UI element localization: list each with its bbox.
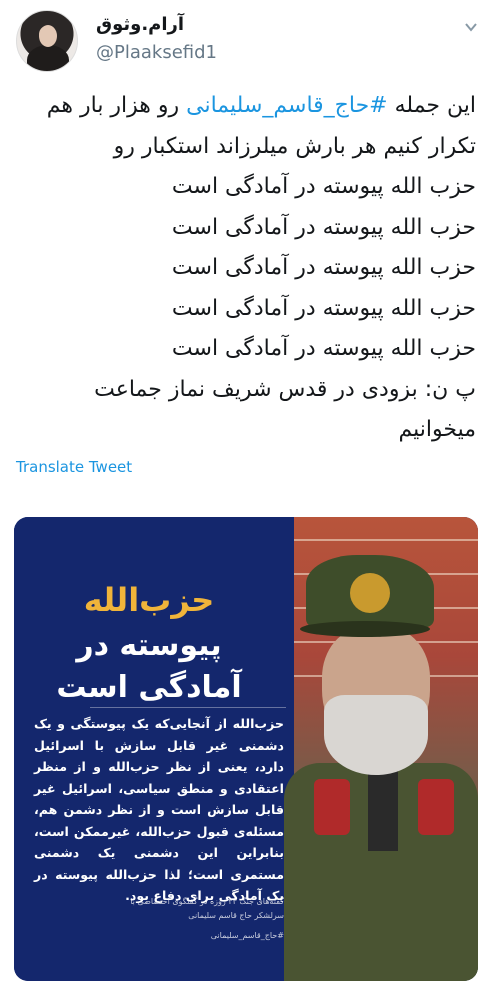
- avatar-face: [39, 25, 57, 47]
- poster-title-line: پیوسته در: [76, 628, 222, 663]
- poster-text-panel: حزب‌الله پیوسته در آمادگی است حزب‌الله ا…: [14, 517, 294, 981]
- chevron-down-icon[interactable]: [464, 20, 478, 34]
- tweet-line: این جمله #حاج_قاسم_سلیمانی رو هزار بار ه…: [16, 86, 476, 127]
- tweet-line-prefix: این جمله: [387, 93, 476, 118]
- tweet-line-suffix: رو هزار بار هم: [46, 93, 187, 118]
- user-handle[interactable]: @Plaaksefid1: [96, 42, 217, 63]
- display-name[interactable]: آرام.وثوق: [96, 14, 184, 35]
- tweet-line: پ ن: بزودی در قدس شریف نماز جماعت: [94, 376, 476, 402]
- tweet-line: حزب الله پیوسته در آمادگی است: [171, 214, 476, 240]
- portrait-photo: [284, 517, 478, 981]
- tweet-line: حزب الله پیوسته در آمادگی است: [171, 295, 476, 321]
- poster-caption: گفته‌های جنگ ۳۳ روزه در گفتگوی اختصاصی ب…: [130, 897, 284, 920]
- collar-patch: [314, 779, 350, 835]
- hashtag-link[interactable]: #حاج_قاسم_سلیمانی: [186, 93, 387, 118]
- tweet-media-image[interactable]: حزب‌الله پیوسته در آمادگی است حزب‌الله ا…: [14, 517, 478, 981]
- avatar-scarf: [27, 45, 69, 71]
- tweet-line: میخوانیم: [398, 417, 476, 442]
- tweet-text: این جمله #حاج_قاسم_سلیمانی رو هزار بار ه…: [16, 86, 476, 451]
- poster-body-text: حزب‌الله از آنجایی‌که یک پیوستگی و یک دش…: [34, 716, 284, 903]
- translate-tweet-link[interactable]: Translate Tweet: [16, 458, 132, 476]
- poster-title-line: آمادگی است: [56, 670, 242, 705]
- cap-visor: [300, 621, 430, 637]
- brick-line: [294, 539, 478, 541]
- tweet-line: حزب الله پیوسته در آمادگی است: [171, 174, 476, 199]
- poster-title: پیوسته در آمادگی است: [14, 625, 284, 709]
- tweet-line: حزب الله پیوسته در آمادگی است: [171, 255, 476, 280]
- poster-title-accent: حزب‌الله: [83, 581, 215, 619]
- tweet-header: آرام.وثوق @Plaaksefid1: [0, 8, 492, 78]
- collar-patch: [418, 779, 454, 835]
- poster-divider: [90, 707, 286, 708]
- cap-emblem-icon: [350, 573, 390, 613]
- beard: [324, 695, 428, 775]
- tweet-line: حزب الله پیوسته در آمادگی است: [171, 336, 476, 361]
- avatar[interactable]: [16, 10, 78, 72]
- poster-signature: #حاج_قاسم_سلیمانی: [210, 931, 284, 940]
- tweet-line: تکرار کنیم هر بارش میلرزاند استکبار رو: [113, 133, 476, 159]
